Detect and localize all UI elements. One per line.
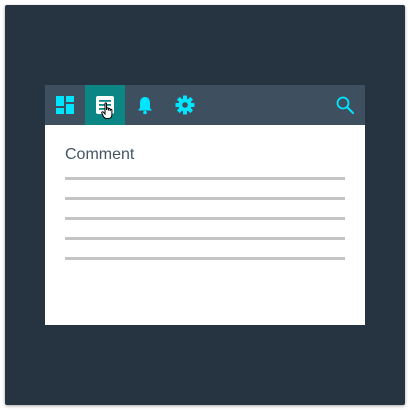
search-button[interactable] <box>325 85 365 125</box>
comment-line <box>65 217 345 220</box>
dashboard-icon <box>56 96 74 114</box>
comment-panel: Comment <box>45 85 365 325</box>
gear-icon <box>175 95 195 115</box>
bell-icon <box>138 97 152 115</box>
comment-line <box>65 177 345 180</box>
settings-button[interactable] <box>165 85 205 125</box>
search-icon <box>336 96 354 114</box>
comment-label: Comment <box>65 146 135 163</box>
comment-area: Comment <box>65 125 345 277</box>
dashboard-button[interactable] <box>45 85 85 125</box>
app-window: Comment <box>5 5 405 405</box>
comment-line <box>65 237 345 240</box>
comment-doc-icon <box>96 96 114 114</box>
comment-tab-button[interactable] <box>85 85 125 125</box>
comment-lines[interactable] <box>65 177 345 260</box>
notifications-button[interactable] <box>125 85 165 125</box>
toolbar <box>45 85 365 125</box>
comment-line <box>65 257 345 260</box>
comment-line <box>65 197 345 200</box>
